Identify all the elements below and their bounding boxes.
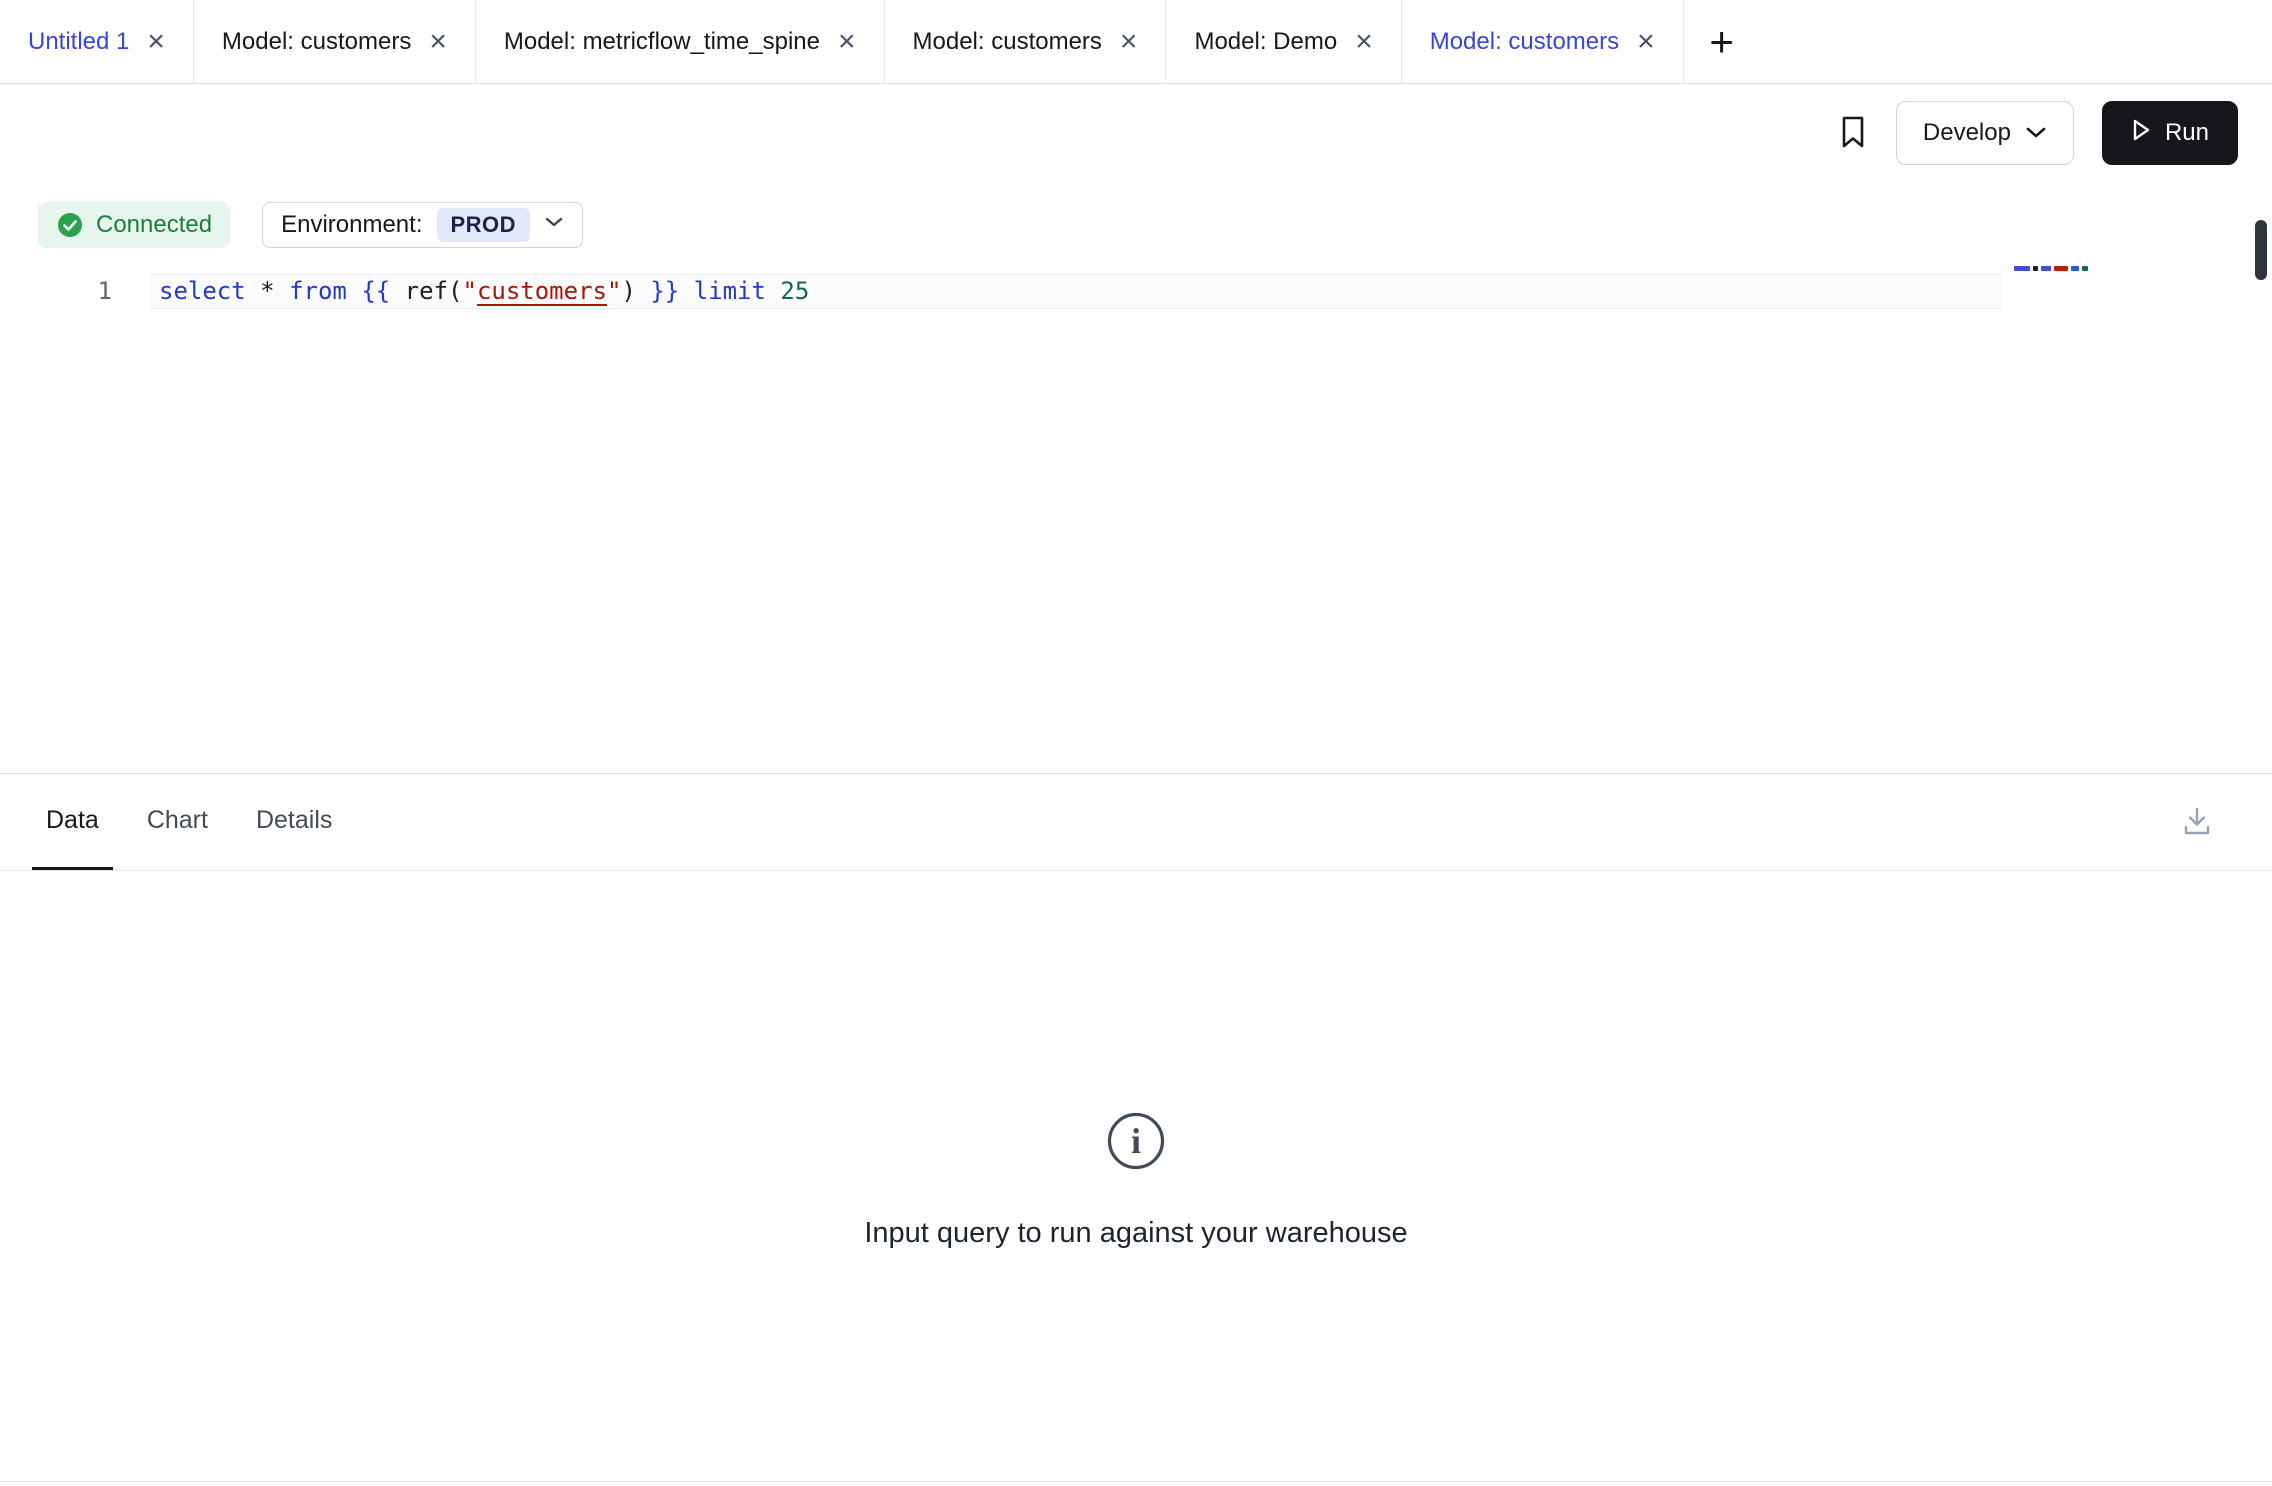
- code-token: select: [159, 277, 246, 305]
- empty-state-message: Input query to run against your warehous…: [864, 1217, 1407, 1250]
- code-token: }}: [650, 277, 679, 305]
- bookmark-button[interactable]: [1838, 114, 1868, 153]
- scrollbar-thumb[interactable]: [2255, 220, 2267, 280]
- results-tab-bar: DataChartDetails: [0, 774, 2272, 871]
- code-token: [679, 277, 693, 305]
- code-token: limit: [694, 277, 766, 305]
- tab-close-icon[interactable]: ×: [1120, 27, 1138, 57]
- environment-label: Environment:: [281, 211, 422, 239]
- new-tab-button[interactable]: +: [1684, 0, 1760, 83]
- tab-label: Model: customers: [913, 28, 1102, 56]
- bookmark-icon: [1838, 114, 1868, 153]
- code-token: {{: [361, 277, 390, 305]
- tab-label: Model: Demo: [1194, 28, 1337, 56]
- code-token: 25: [780, 277, 809, 305]
- code-token: ": [607, 277, 621, 305]
- tab-label: Untitled 1: [28, 28, 129, 56]
- check-circle-icon: [56, 211, 84, 239]
- develop-button[interactable]: Develop: [1896, 101, 2074, 165]
- tab-close-icon[interactable]: ×: [838, 27, 856, 57]
- tab-close-icon[interactable]: ×: [147, 27, 165, 57]
- code-token: ": [462, 277, 476, 305]
- code-token: [766, 277, 780, 305]
- status-bar: Connected Environment: PROD: [38, 202, 583, 248]
- results-tabs: DataChartDetails: [32, 774, 366, 870]
- toolbar: Develop Run: [0, 85, 2272, 181]
- results-tab-chart[interactable]: Chart: [133, 774, 222, 870]
- minimap-mark: [2014, 266, 2030, 271]
- download-button[interactable]: [2180, 804, 2214, 841]
- minimap-mark: [2082, 266, 2088, 271]
- code-token: *: [260, 277, 274, 305]
- tab-4[interactable]: Model: Demo ×: [1166, 0, 1401, 83]
- play-icon: [2131, 118, 2151, 149]
- tab-0[interactable]: Untitled 1 ×: [0, 0, 194, 83]
- run-button[interactable]: Run: [2102, 101, 2238, 165]
- tab-close-icon[interactable]: ×: [429, 27, 447, 57]
- minimap-mark: [2033, 266, 2038, 271]
- minimap-mark: [2054, 266, 2068, 271]
- tab-close-icon[interactable]: ×: [1637, 27, 1655, 57]
- tab-2[interactable]: Model: metricflow_time_spine ×: [476, 0, 885, 83]
- chevron-down-icon: [2025, 119, 2047, 147]
- code-token: (: [448, 277, 462, 305]
- tab-label: Model: customers: [222, 28, 411, 56]
- bottom-divider: [0, 1481, 2272, 1482]
- connection-status-badge: Connected: [38, 202, 230, 248]
- tab-list: Untitled 1×Model: customers×Model: metri…: [0, 0, 1684, 83]
- connection-status-label: Connected: [96, 211, 212, 239]
- tab-5[interactable]: Model: customers ×: [1402, 0, 1684, 83]
- minimap[interactable]: [2014, 266, 2088, 278]
- results-empty-state: i Input query to run against your wareho…: [0, 872, 2272, 1486]
- develop-button-label: Develop: [1923, 119, 2011, 147]
- environment-selector[interactable]: Environment: PROD: [262, 202, 583, 248]
- minimap-mark: [2071, 266, 2079, 271]
- tab-bar: Untitled 1×Model: customers×Model: metri…: [0, 0, 2272, 84]
- download-icon: [2180, 804, 2214, 841]
- results-tab-data[interactable]: Data: [32, 774, 113, 870]
- code-token: ref: [405, 277, 448, 305]
- tab-3[interactable]: Model: customers ×: [885, 0, 1167, 83]
- info-icon: i: [1105, 1110, 1167, 1177]
- svg-text:i: i: [1131, 1121, 1141, 1161]
- code-token[interactable]: customers: [477, 277, 607, 305]
- code-line[interactable]: select * from {{ ref("customers") }} lim…: [159, 274, 809, 309]
- minimap-mark: [2041, 266, 2051, 271]
- tab-1[interactable]: Model: customers ×: [194, 0, 476, 83]
- run-button-label: Run: [2165, 119, 2209, 147]
- code-token: ): [621, 277, 635, 305]
- chevron-down-icon: [544, 216, 564, 234]
- code-token: [636, 277, 650, 305]
- tab-label: Model: customers: [1430, 28, 1619, 56]
- code-token: [390, 277, 404, 305]
- results-tab-details[interactable]: Details: [242, 774, 346, 870]
- code-editor[interactable]: 1 select * from {{ ref("customers") }} l…: [0, 258, 2272, 773]
- tab-close-icon[interactable]: ×: [1355, 27, 1373, 57]
- code-token: [246, 277, 260, 305]
- code-token: [275, 277, 289, 305]
- code-token: from: [289, 277, 347, 305]
- line-number: 1: [0, 274, 112, 309]
- tab-label: Model: metricflow_time_spine: [504, 28, 820, 56]
- environment-value-badge: PROD: [437, 208, 531, 242]
- code-token: [347, 277, 361, 305]
